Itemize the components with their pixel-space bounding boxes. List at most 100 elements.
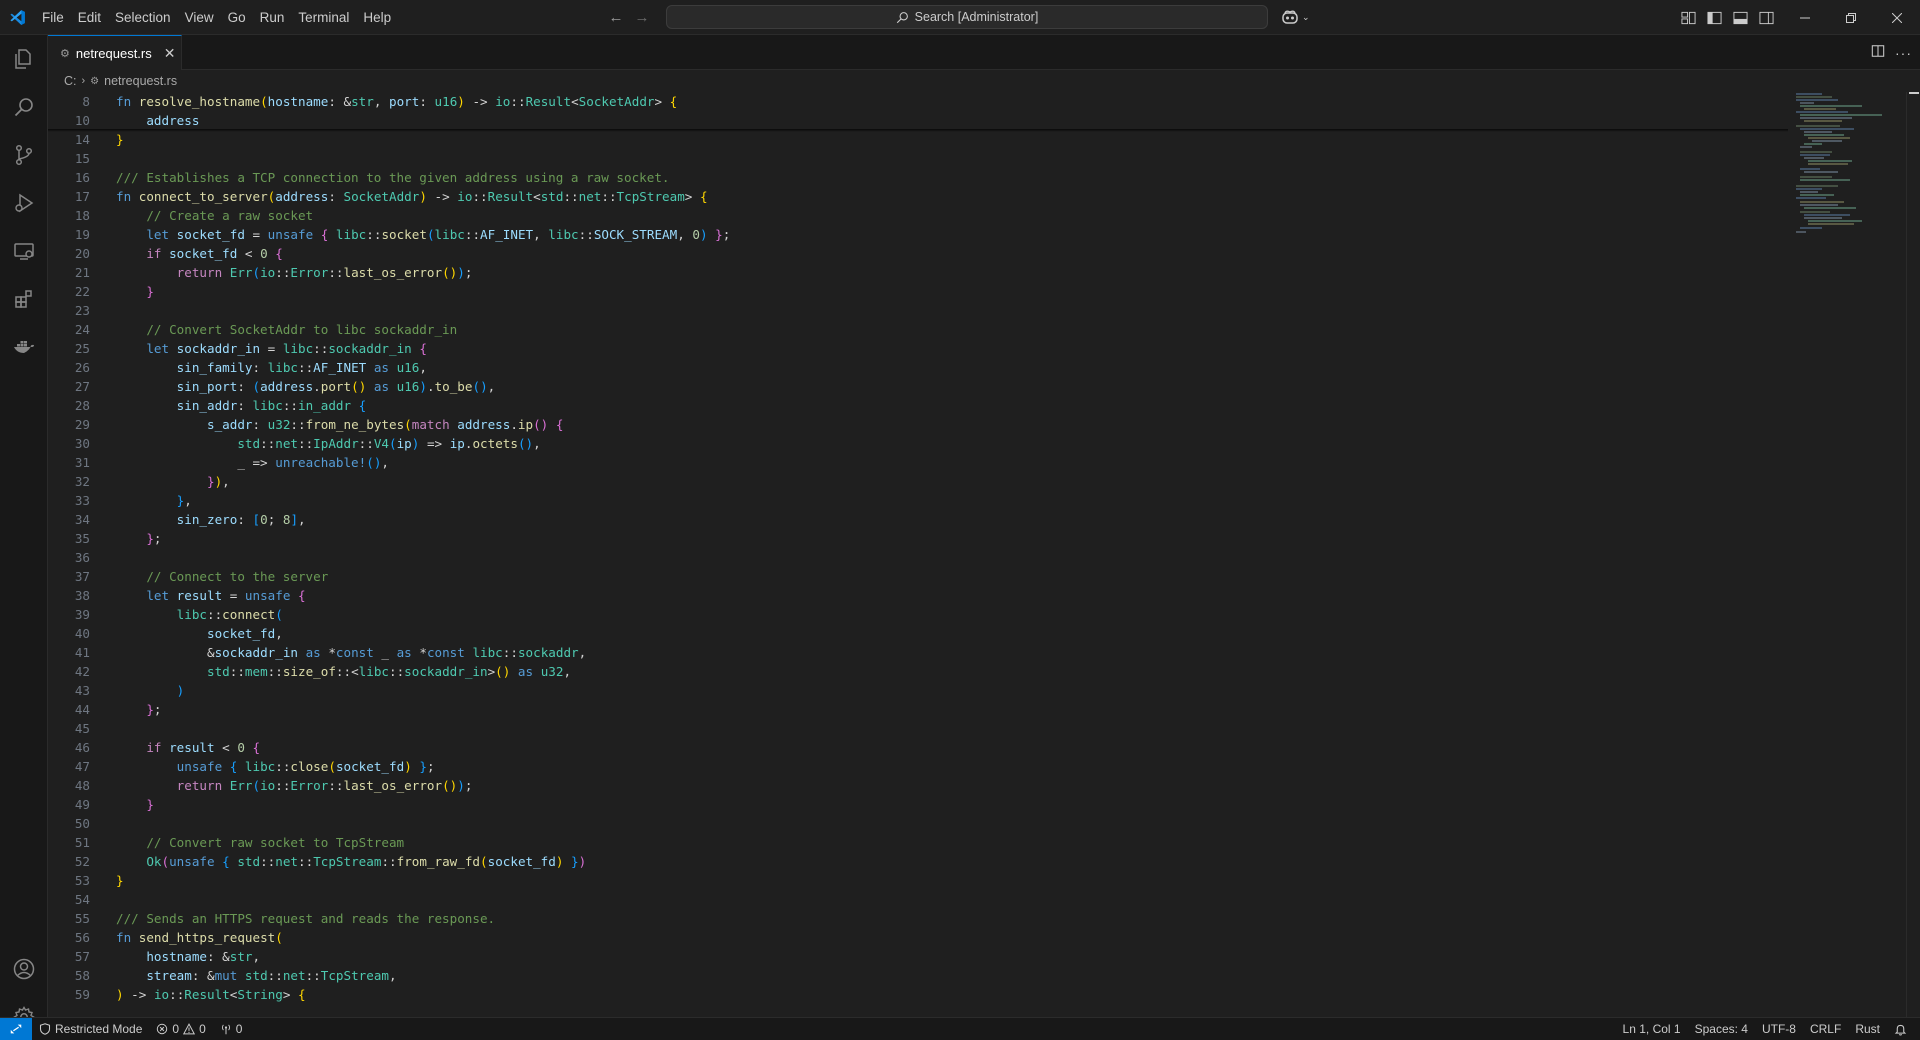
toggle-primary-sidebar-icon[interactable] bbox=[1704, 8, 1724, 28]
code-line[interactable]: 37 // Connect to the server bbox=[48, 567, 1788, 586]
code-line[interactable]: 34 sin_zero: [0; 8], bbox=[48, 510, 1788, 529]
close-window-icon[interactable] bbox=[1874, 0, 1920, 35]
menu-item-view[interactable]: View bbox=[178, 0, 221, 35]
code-line[interactable]: 55 /// Sends an HTTPS request and reads t… bbox=[48, 909, 1788, 928]
back-arrow-icon[interactable]: ← bbox=[606, 8, 626, 28]
code-line[interactable]: 52 Ok(unsafe { std::net::TcpStream::from… bbox=[48, 852, 1788, 871]
code-line[interactable]: 40 socket_fd, bbox=[48, 624, 1788, 643]
code-line[interactable]: 14} bbox=[48, 130, 1788, 149]
split-editor-icon[interactable] bbox=[1871, 44, 1885, 61]
cursor-position-status[interactable]: Ln 1, Col 1 bbox=[1616, 1018, 1688, 1040]
code-line[interactable]: 45 bbox=[48, 719, 1788, 738]
code-line[interactable]: 32 }), bbox=[48, 472, 1788, 491]
code-line[interactable]: 20 if socket_fd < 0 { bbox=[48, 244, 1788, 263]
ports-status[interactable]: 0 bbox=[213, 1018, 250, 1040]
code-line[interactable]: 35 }; bbox=[48, 529, 1788, 548]
code-line[interactable]: 23 bbox=[48, 301, 1788, 320]
run-and-debug-icon[interactable] bbox=[0, 179, 48, 227]
vertical-scrollbar[interactable] bbox=[1906, 92, 1920, 1017]
code-line[interactable]: 10 address bbox=[48, 111, 1788, 130]
code-line[interactable]: 41 &sockaddr_in as *const _ as *const li… bbox=[48, 643, 1788, 662]
menu-item-terminal[interactable]: Terminal bbox=[291, 0, 356, 35]
code-line[interactable]: 50 bbox=[48, 814, 1788, 833]
menu-item-selection[interactable]: Selection bbox=[108, 0, 178, 35]
forward-arrow-icon[interactable]: → bbox=[632, 8, 652, 28]
code-line[interactable]: 16 /// Establishes a TCP connection to th… bbox=[48, 168, 1788, 187]
code-line[interactable]: 48 return Err(io::Error::last_os_error()… bbox=[48, 776, 1788, 795]
code-line[interactable]: 15 bbox=[48, 149, 1788, 168]
code-line[interactable]: 42 std::mem::size_of::<libc::sockaddr_in… bbox=[48, 662, 1788, 681]
toggle-secondary-sidebar-icon[interactable] bbox=[1756, 8, 1776, 28]
breadcrumb-file[interactable]: netrequest.rs bbox=[104, 74, 177, 88]
code-line[interactable]: 25 let sockaddr_in = libc::sockaddr_in { bbox=[48, 339, 1788, 358]
code-line[interactable]: 39 libc::connect( bbox=[48, 605, 1788, 624]
code-editor[interactable]: 8 fn resolve_hostname(hostname: &str, por… bbox=[48, 92, 1788, 1017]
code-line[interactable]: 33 }, bbox=[48, 491, 1788, 510]
code-line[interactable]: 57 hostname: &str, bbox=[48, 947, 1788, 966]
menu-item-go[interactable]: Go bbox=[221, 0, 253, 35]
breadcrumb-drive[interactable]: C: bbox=[64, 74, 77, 88]
close-tab-icon[interactable]: ✕ bbox=[164, 45, 176, 62]
restricted-mode-status[interactable]: Restricted Mode bbox=[32, 1018, 149, 1040]
minimap[interactable] bbox=[1792, 92, 1902, 1017]
code-line[interactable]: 59) -> io::Result<String> { bbox=[48, 985, 1788, 1004]
code-line[interactable]: 22 } bbox=[48, 282, 1788, 301]
encoding-status[interactable]: UTF-8 bbox=[1755, 1018, 1803, 1040]
code-line[interactable]: 49 } bbox=[48, 795, 1788, 814]
code-token: as bbox=[366, 360, 397, 375]
code-line[interactable]: 24 // Convert SocketAddr to libc sockadd… bbox=[48, 320, 1788, 339]
code-line[interactable]: 31 _ => unreachable!(), bbox=[48, 453, 1788, 472]
tab-netrequest-rs[interactable]: ⚙ netrequest.rs ✕ bbox=[48, 35, 182, 70]
code-line[interactable]: 26 sin_family: libc::AF_INET as u16, bbox=[48, 358, 1788, 377]
problems-status[interactable]: 0 0 bbox=[149, 1018, 212, 1040]
menu-item-file[interactable]: File bbox=[35, 0, 71, 35]
restore-icon[interactable] bbox=[1828, 0, 1874, 35]
code-line[interactable]: 19 let socket_fd = unsafe { libc::socket… bbox=[48, 225, 1788, 244]
language-mode-status[interactable]: Rust bbox=[1848, 1018, 1887, 1040]
code-line[interactable]: 38 let result = unsafe { bbox=[48, 586, 1788, 605]
code-token: net bbox=[282, 968, 306, 983]
code-line[interactable]: 18 // Create a raw socket bbox=[48, 206, 1788, 225]
menu-item-run[interactable]: Run bbox=[253, 0, 292, 35]
code-line[interactable]: 27 sin_port: (address.port() as u16).to_… bbox=[48, 377, 1788, 396]
code-line[interactable]: 51 // Convert raw socket to TcpStream bbox=[48, 833, 1788, 852]
code-line[interactable]: 58 stream: &mut std::net::TcpStream, bbox=[48, 966, 1788, 985]
code-line[interactable]: 28 sin_addr: libc::in_addr { bbox=[48, 396, 1788, 415]
copilot-menu[interactable]: ⌄ bbox=[1280, 6, 1316, 28]
minimize-icon[interactable] bbox=[1782, 0, 1828, 35]
code-line[interactable]: 47 unsafe { libc::close(socket_fd) }; bbox=[48, 757, 1788, 776]
code-line[interactable]: 30 std::net::IpAddr::V4(ip) => ip.octets… bbox=[48, 434, 1788, 453]
code-token: std bbox=[116, 664, 230, 679]
search-sidebar-icon[interactable] bbox=[0, 83, 48, 131]
code-line[interactable]: 21 return Err(io::Error::last_os_error()… bbox=[48, 263, 1788, 282]
menu-item-edit[interactable]: Edit bbox=[71, 0, 108, 35]
customize-layout-icon[interactable] bbox=[1678, 8, 1698, 28]
code-line[interactable]: 53} bbox=[48, 871, 1788, 890]
remote-explorer-icon[interactable] bbox=[0, 227, 48, 275]
code-token: => bbox=[419, 436, 450, 451]
code-line[interactable]: 43 ) bbox=[48, 681, 1788, 700]
code-line[interactable]: 36 bbox=[48, 548, 1788, 567]
eol-status[interactable]: CRLF bbox=[1803, 1018, 1848, 1040]
menu-item-help[interactable]: Help bbox=[356, 0, 398, 35]
code-token: :: bbox=[305, 968, 321, 983]
accounts-icon[interactable] bbox=[0, 945, 48, 993]
code-line[interactable]: 17 fn connect_to_server(address: SocketAd… bbox=[48, 187, 1788, 206]
explorer-icon[interactable] bbox=[0, 35, 48, 83]
code-line[interactable]: 29 s_addr: u32::from_ne_bytes(match addr… bbox=[48, 415, 1788, 434]
toggle-panel-icon[interactable] bbox=[1730, 8, 1750, 28]
notifications-bell-icon[interactable] bbox=[1887, 1018, 1914, 1040]
code-line[interactable]: 8 fn resolve_hostname(hostname: &str, por… bbox=[48, 92, 1788, 111]
docker-icon[interactable] bbox=[0, 323, 48, 371]
remote-indicator-icon[interactable] bbox=[0, 1018, 32, 1040]
code-line[interactable]: 46 if result < 0 { bbox=[48, 738, 1788, 757]
command-center-search[interactable]: Search [Administrator] bbox=[666, 5, 1268, 29]
code-line[interactable]: 54 bbox=[48, 890, 1788, 909]
source-control-icon[interactable] bbox=[0, 131, 48, 179]
indentation-status[interactable]: Spaces: 4 bbox=[1688, 1018, 1755, 1040]
extensions-icon[interactable] bbox=[0, 275, 48, 323]
code-token: ip bbox=[517, 417, 534, 432]
more-actions-icon[interactable]: ··· bbox=[1895, 45, 1912, 61]
code-line[interactable]: 44 }; bbox=[48, 700, 1788, 719]
code-line[interactable]: 56 fn send_https_request( bbox=[48, 928, 1788, 947]
